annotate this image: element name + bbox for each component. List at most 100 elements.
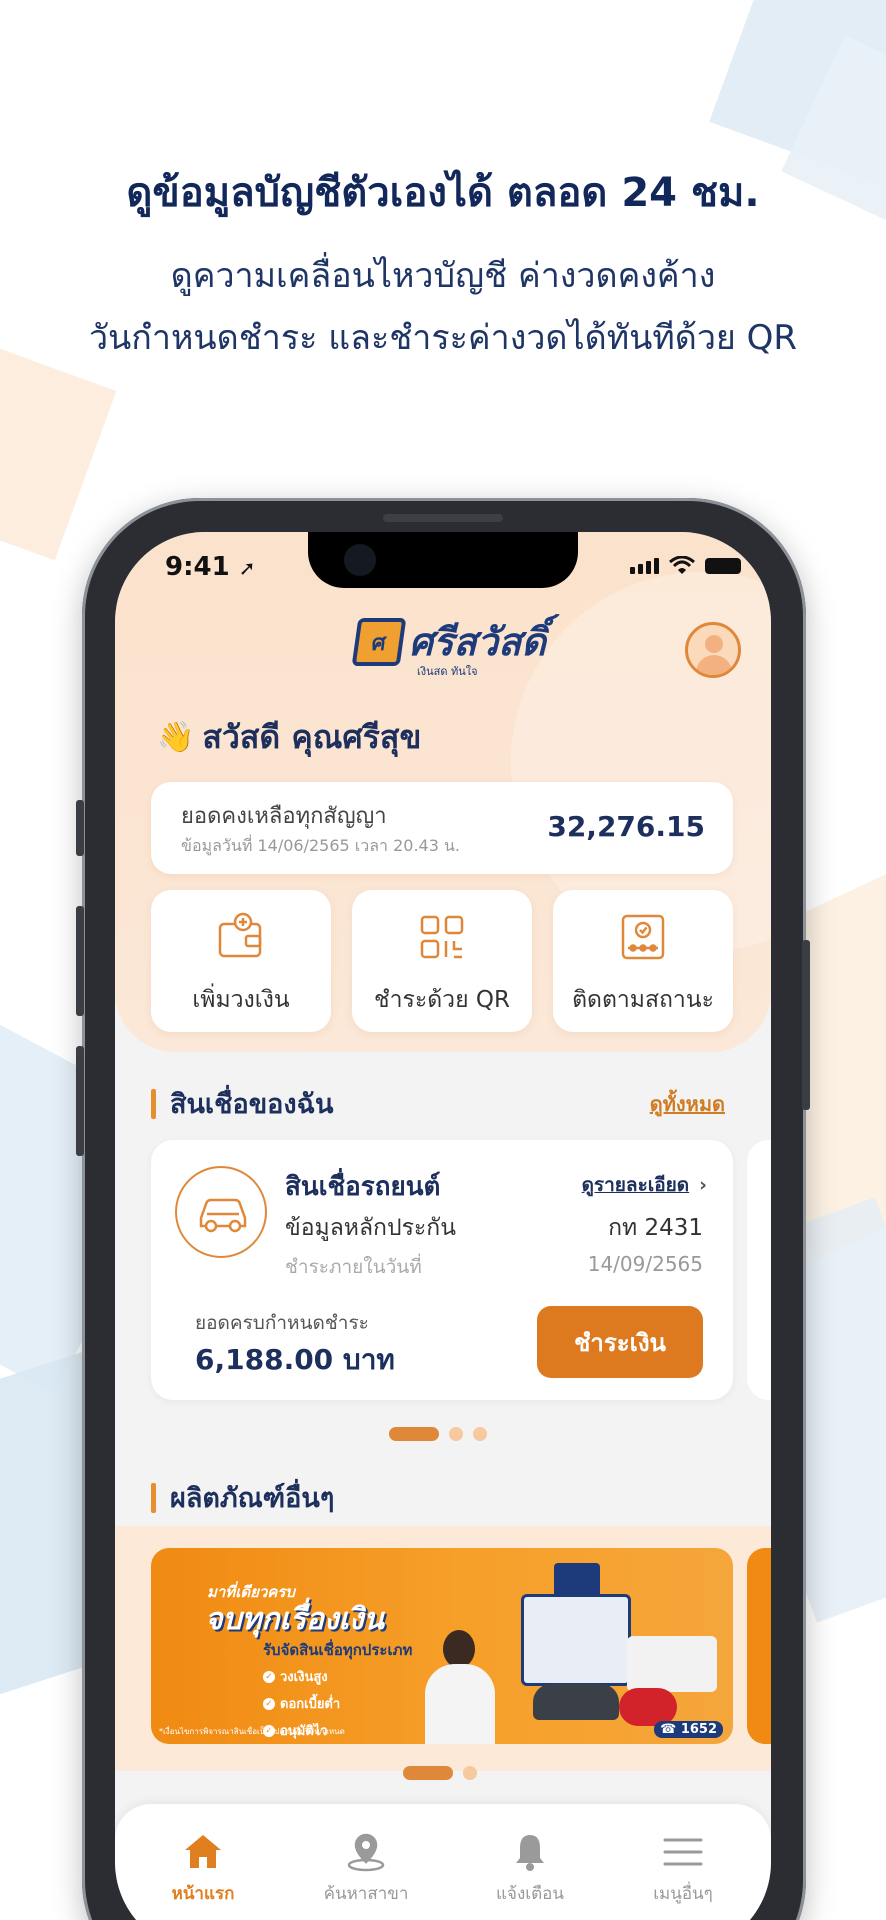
banner-fine-print: *เงื่อนไขการพิจารณาสินเชื่อเป็นไปตามที่บ… — [159, 1727, 345, 1736]
banner-phone: ☎ 1652 — [654, 1721, 723, 1738]
loan-name: สินเชื่อรถยนต์ — [285, 1172, 441, 1202]
greeting-text: สวัสดี คุณศรีสุข — [202, 718, 422, 756]
tab-home[interactable]: หน้าแรก — [133, 1832, 273, 1907]
banner-person-illustration — [415, 1630, 505, 1744]
section-title-text: ผลิตภัณฑ์อื่นๆ — [170, 1483, 335, 1514]
section-title-text: สินเชื่อของฉัน — [170, 1089, 334, 1120]
banner-title: จบทุกเรื่องเงิน — [205, 1602, 385, 1637]
phone-side-button — [76, 906, 84, 1016]
pay-qr-button[interactable]: ชำระด้วย QR — [352, 890, 532, 1032]
profile-avatar-button[interactable] — [685, 622, 741, 678]
phone-side-button — [76, 1046, 84, 1156]
background-shape — [0, 339, 117, 561]
my-loans-title: สินเชื่อของฉัน — [151, 1082, 333, 1125]
increase-credit-button[interactable]: เพิ่มวงเงิน — [151, 890, 331, 1032]
greeting: 👋 สวัสดี คุณศรีสุข — [157, 712, 421, 763]
car-icon — [199, 1198, 247, 1233]
banner-bullet-text: ดอกเบี้ยต่ำ — [280, 1697, 341, 1712]
next-loan-card[interactable] — [747, 1140, 771, 1400]
tab-more-menu[interactable]: เมนูอื่นๆ — [613, 1832, 753, 1907]
car-illustration — [533, 1684, 619, 1720]
promo-banner[interactable]: มาที่เดียวครบ จบทุกเรื่องเงิน รับจัดสินเ… — [151, 1548, 733, 1744]
person-head — [443, 1630, 475, 1668]
tab-branch-search[interactable]: ค้นหาสาขา — [296, 1832, 436, 1907]
quick-actions: เพิ่มวงเงิน ชำระด้วย QR ติดตามสถานะ — [151, 890, 733, 1032]
due-label: ชำระภายในวันที่ — [285, 1256, 422, 1278]
bell-icon — [516, 1835, 544, 1871]
due-date: 14/09/2565 — [587, 1252, 703, 1276]
carousel-dot[interactable] — [403, 1766, 453, 1780]
loan-detail-link[interactable]: ดูรายละเอียด › — [582, 1170, 707, 1200]
status-time-text: 9:41 — [165, 552, 230, 582]
user-icon — [705, 635, 723, 653]
phone-side-button — [802, 940, 810, 1110]
amount-due-label: ยอดครบกำหนดชำระ — [195, 1312, 369, 1334]
status-time: 9:41 ➚ — [165, 552, 256, 582]
balance-date: ข้อมูลวันที่ 14/06/2565 เวลา 20.43 น. — [181, 836, 460, 855]
brand-logo: ศ ศรีสวัสดิ์ เงินสด ทันใจ — [351, 618, 546, 678]
action-label: ชำระด้วย QR — [374, 987, 510, 1013]
bottom-tab-bar: หน้าแรก ค้นหาสาขา แจ้งเตือน เมนูอื่นๆ — [115, 1804, 771, 1920]
wifi-icon — [669, 556, 695, 574]
branch-sign — [554, 1563, 600, 1597]
track-status-button[interactable]: ติดตามสถานะ — [553, 890, 733, 1032]
logo-text: ศรีสวัสดิ์ — [409, 620, 546, 664]
tab-notifications[interactable]: แจ้งเตือน — [460, 1832, 600, 1907]
signal-icon — [630, 558, 659, 574]
check-icon: ✓ — [263, 1670, 275, 1683]
banner-bullet: ✓ ดอกเบี้ยต่ำ — [263, 1693, 340, 1714]
promo-subline: วันกำหนดชำระ และชำระค่างวดได้ทันทีด้วย Q… — [88, 318, 798, 358]
amount-due: 6,188.00 บาท — [195, 1343, 395, 1376]
tab-label: หน้าแรก — [171, 1884, 235, 1904]
logo-mark-icon: ศ — [351, 618, 407, 666]
camera — [344, 544, 376, 576]
section-marker — [151, 1088, 156, 1119]
tab-label: ค้นหาสาขา — [323, 1884, 409, 1904]
balance-label: ยอดคงเหลือทุกสัญญา — [181, 804, 387, 829]
status-tracking-icon — [621, 914, 665, 960]
app-screen: 9:41 ➚ ศ ศรีสวัสดิ์ เงินสด ทันใจ 👋 สวัสด… — [115, 532, 771, 1920]
banner-phone-number: 1652 — [680, 1722, 717, 1737]
wallet-plus-icon — [218, 912, 262, 958]
chevron-right-icon: › — [699, 1174, 707, 1196]
car-icon-circle — [175, 1166, 267, 1258]
loan-card[interactable]: สินเชื่อรถยนต์ ดูรายละเอียด › ข้อมูลหลักป… — [151, 1140, 733, 1400]
status-icons — [630, 556, 741, 576]
notch — [308, 532, 578, 588]
wave-hand-icon: 👋 — [157, 720, 195, 755]
carousel-dot[interactable] — [463, 1766, 477, 1780]
check-icon: ✓ — [263, 1697, 275, 1710]
banner-carousel-dots — [403, 1766, 477, 1780]
menu-icon — [663, 1838, 703, 1866]
person-body — [425, 1664, 495, 1744]
balance-card[interactable]: ยอดคงเหลือทุกสัญญา ข้อมูลวันที่ 14/06/25… — [151, 782, 733, 874]
phone-speaker — [383, 514, 503, 522]
banner-branch-illustration — [521, 1563, 631, 1686]
loan-detail-link-text: ดูรายละเอียด — [581, 1174, 690, 1196]
location-arrow-icon: ➚ — [238, 556, 256, 580]
promo-subline: ดูความเคลื่อนไหวบัญชี ค่างวดคงค้าง — [170, 256, 716, 296]
truck-illustration — [627, 1636, 717, 1692]
banner-bullet-text: วงเงินสูง — [280, 1670, 328, 1685]
map-pin-icon — [347, 1833, 385, 1872]
pay-button[interactable]: ชำระเงิน — [537, 1306, 703, 1378]
other-products-title: ผลิตภัณฑ์อื่นๆ — [151, 1476, 334, 1519]
banner-bullet: ✓ วงเงินสูง — [263, 1666, 340, 1687]
logo-tagline: เงินสด ทันใจ — [417, 665, 478, 678]
user-icon-body — [696, 655, 732, 675]
section-marker — [151, 1482, 156, 1513]
promo-headline: ดูข้อมูลบัญชีตัวเองได้ ตลอด 24 ชม. — [126, 170, 760, 216]
see-all-link[interactable]: ดูทั้งหมด — [650, 1088, 725, 1120]
carousel-dot[interactable] — [473, 1427, 487, 1441]
battery-icon — [705, 558, 741, 574]
next-banner[interactable] — [747, 1548, 771, 1744]
balance-amount: 32,276.15 — [547, 810, 705, 843]
banner-subtitle: รับจัดสินเชื่อทุกประเภท — [263, 1641, 413, 1659]
carousel-dot[interactable] — [389, 1427, 439, 1441]
carousel-dot[interactable] — [449, 1427, 463, 1441]
collateral-label: ข้อมูลหลักประกัน — [285, 1215, 456, 1241]
action-label: ติดตามสถานะ — [572, 987, 714, 1013]
home-icon — [185, 1835, 221, 1868]
action-label: เพิ่มวงเงิน — [192, 987, 290, 1013]
phone-side-button — [76, 800, 84, 856]
